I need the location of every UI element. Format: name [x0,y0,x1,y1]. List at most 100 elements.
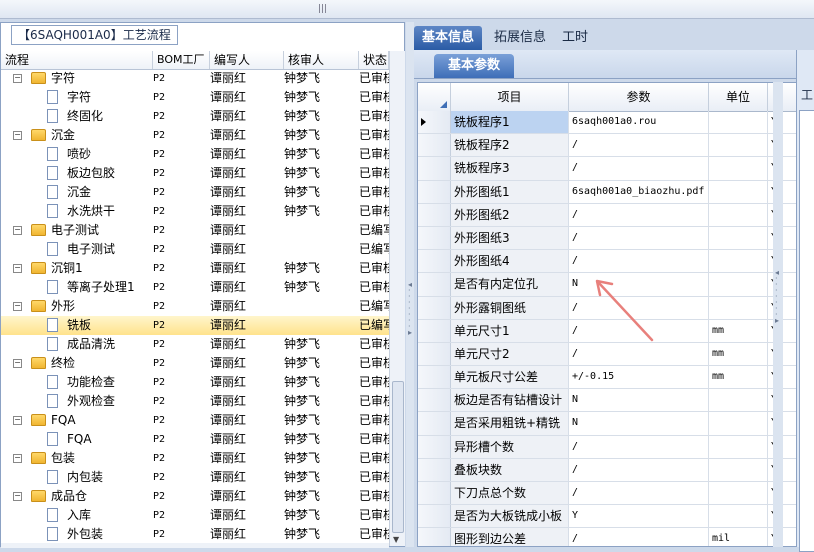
grid-row[interactable]: 单元板尺寸公差+/-0.15mmY [418,366,796,390]
item-cell[interactable]: 铣板程序1 [451,111,569,134]
scroll-thumb[interactable] [392,381,404,533]
param-cell[interactable]: N [569,389,709,412]
tree-item-row[interactable]: 等离子处理1 P2 谭丽红 钟梦飞 已审核 [1,278,389,297]
param-cell[interactable]: / [569,296,709,319]
tree-item-row[interactable]: 入库 P2 谭丽红 钟梦飞 已审核 [1,506,389,525]
item-cell[interactable]: 铣板程序3 [451,157,569,180]
item-cell[interactable]: 异形槽个数 [451,435,569,458]
collapse-toggle-icon[interactable]: − [13,74,22,83]
item-cell[interactable]: 是否有内定位孔 [451,273,569,296]
tree-hscrollbar[interactable] [1,543,389,548]
tree-item-row[interactable]: 内包装 P2 谭丽红 钟梦飞 已审核 [1,468,389,487]
row-indicator[interactable] [418,528,451,546]
unit-cell[interactable] [709,134,768,157]
param-cell[interactable]: / [569,458,709,481]
row-indicator[interactable] [418,250,451,273]
grid-row[interactable]: 下刀点总个数/Y [418,482,796,506]
tab-working-hours[interactable]: 工时 [554,26,596,50]
tree-folder-row[interactable]: − 电子测试 P2 谭丽红 已编写 [1,221,389,240]
unit-cell[interactable]: mm [709,319,768,342]
grid-row[interactable]: 铣板程序16saqh001a0.rouY [418,111,796,135]
tree-item-row[interactable]: 外观检查 P2 谭丽红 钟梦飞 已审核 [1,392,389,411]
collapse-toggle-icon[interactable]: − [13,416,22,425]
grid-row[interactable]: 是否有内定位孔NY [418,273,796,297]
item-cell[interactable]: 是否采用粗铣+精铣 [451,412,569,435]
row-indicator[interactable] [418,342,451,366]
row-indicator[interactable] [418,180,451,203]
row-indicator[interactable] [418,412,451,435]
collapse-toggle-icon[interactable]: − [13,226,22,235]
param-cell[interactable]: N [569,273,709,296]
row-indicator[interactable] [418,111,451,134]
unit-cell[interactable] [709,157,768,180]
tree-item-row[interactable]: 终固化 P2 谭丽红 钟梦飞 已审核 [1,107,389,126]
unit-cell[interactable] [709,412,768,435]
collapse-toggle-icon[interactable]: − [13,492,22,501]
tree-item-row[interactable]: 电子测试 P2 谭丽红 已编写 [1,240,389,259]
item-cell[interactable]: 外形图纸3 [451,226,569,250]
grip-icon[interactable]: ||| [318,4,327,14]
collapse-toggle-icon[interactable]: − [13,264,22,273]
right-splitter[interactable]: ◂ · · · · · · · ▸ [773,82,783,547]
tree-item-row[interactable]: 喷砂 P2 谭丽红 钟梦飞 已审核 [1,145,389,164]
tab-extended-info[interactable]: 拓展信息 [486,26,554,50]
param-cell[interactable]: / [569,528,709,546]
param-cell[interactable]: / [569,435,709,458]
unit-cell[interactable] [709,111,768,134]
grid-row[interactable]: 铣板程序2/Y [418,134,796,158]
scroll-down-icon[interactable]: ▼ [393,535,399,544]
col-reviewer[interactable]: 核审人 [284,51,359,69]
row-indicator[interactable] [418,273,451,296]
unit-cell[interactable] [709,296,768,319]
param-cell[interactable]: N [569,412,709,435]
tree-folder-row[interactable]: − FQA P2 谭丽红 钟梦飞 已审核 [1,411,389,430]
col-unit[interactable]: 单位 [709,83,768,111]
tree-item-row[interactable]: 水洗烘干 P2 谭丽红 钟梦飞 已审核 [1,202,389,221]
param-cell[interactable]: 6saqh001a0_biaozhu.pdf [569,180,709,203]
param-cell[interactable]: / [569,134,709,157]
item-cell[interactable]: 铣板程序2 [451,134,569,157]
tab-basic-info[interactable]: 基本信息 [414,26,483,50]
tree-item-row[interactable]: 沉金 P2 谭丽红 钟梦飞 已审核 [1,183,389,202]
col-status[interactable]: 状态 [359,51,389,69]
param-cell[interactable]: +/-0.15 [569,366,709,389]
unit-cell[interactable] [709,505,768,528]
grid-row[interactable]: 铣板程序3/Y [418,157,796,181]
collapse-toggle-icon[interactable]: − [13,359,22,368]
col-process[interactable]: 流程 [1,51,153,69]
param-cell[interactable]: Y [569,505,709,528]
tree-item-row[interactable]: 板边包胶 P2 谭丽红 钟梦飞 已审核 [1,164,389,183]
collapse-toggle-icon[interactable]: − [13,131,22,140]
param-cell[interactable]: / [569,250,709,273]
grid-row[interactable]: 单元尺寸2/mmY [418,342,796,367]
row-indicator[interactable] [418,505,451,528]
row-indicator[interactable] [418,435,451,458]
grid-row[interactable]: 图形到边公差/milY [418,528,796,546]
unit-cell[interactable] [709,482,768,505]
row-indicator[interactable] [418,296,451,319]
unit-cell[interactable]: mil [709,528,768,546]
grid-row[interactable]: 外形露铜图纸/Y [418,296,796,320]
unit-cell[interactable] [709,458,768,481]
row-indicator[interactable] [418,319,451,342]
col-writer[interactable]: 编写人 [210,51,284,69]
col-param[interactable]: 参数 [569,83,709,111]
item-cell[interactable]: 外形图纸1 [451,180,569,203]
grid-row[interactable]: 外形图纸3/Y [418,226,796,251]
col-item[interactable]: 项目 [451,83,569,111]
tree-folder-row[interactable]: − 沉铜1 P2 谭丽红 钟梦飞 已审核 [1,259,389,278]
param-cell[interactable]: / [569,157,709,180]
item-cell[interactable]: 单元板尺寸公差 [451,366,569,389]
item-cell[interactable]: 外形图纸2 [451,203,569,226]
grid-row[interactable]: 板边是否有钻槽设计NY [418,389,796,413]
item-cell[interactable]: 叠板块数 [451,458,569,481]
grid-row[interactable]: 外形图纸2/Y [418,203,796,227]
grid-row[interactable]: 异形槽个数/Y [418,435,796,459]
item-cell[interactable]: 单元尺寸2 [451,342,569,366]
row-indicator[interactable] [418,157,451,180]
row-indicator[interactable] [418,458,451,481]
item-cell[interactable]: 图形到边公差 [451,528,569,546]
unit-cell[interactable] [709,203,768,226]
row-indicator[interactable] [418,366,451,389]
panel-splitter[interactable]: ◂ · · · · · · · ▸ [406,22,414,547]
